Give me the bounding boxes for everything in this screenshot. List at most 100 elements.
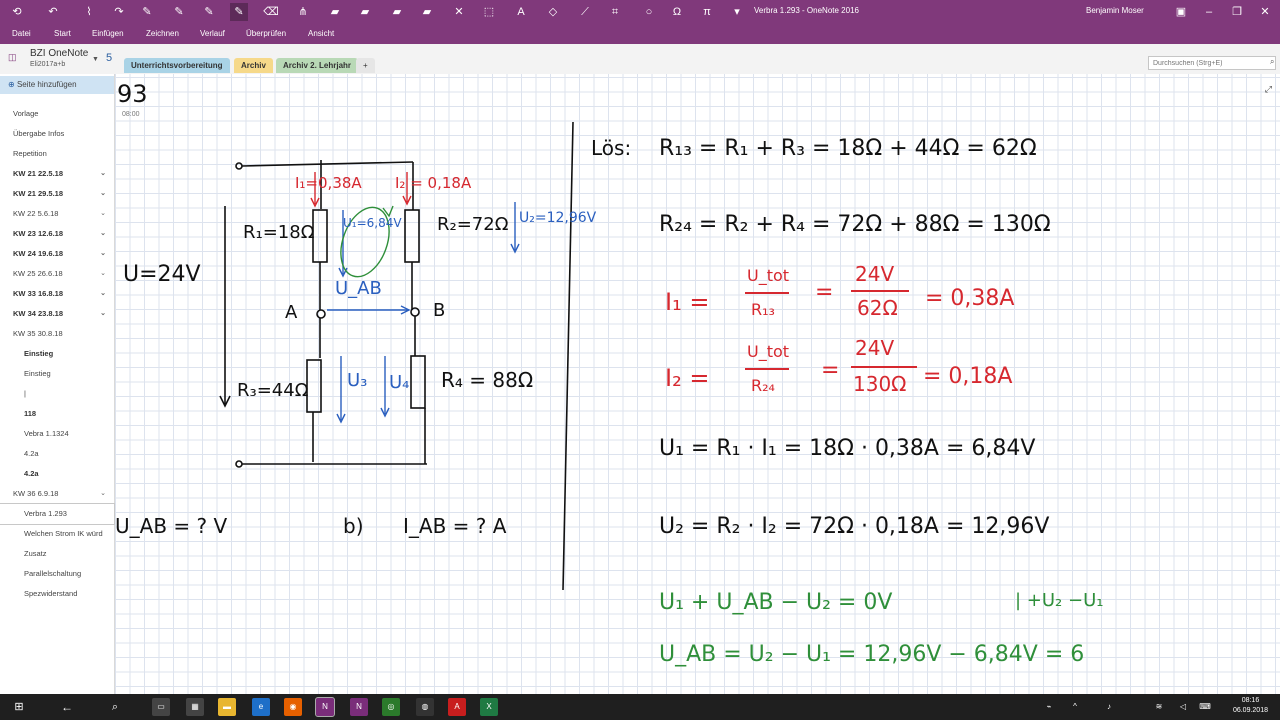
ink-node-a[interactable]: A (285, 302, 297, 323)
sidebar-page-item[interactable]: Vorlage (0, 104, 114, 124)
sidebar-page-item[interactable]: Welchen Strom IK würd (0, 524, 114, 544)
chevron-down-icon[interactable]: ⌄ (100, 244, 106, 264)
minimize-icon[interactable]: – (1200, 3, 1218, 21)
sidebar-page-item[interactable]: KW 34 23.8.18 ⌄ (0, 304, 114, 324)
tab-ueberpruefen[interactable]: Überprüfen (246, 29, 286, 38)
ink-u1[interactable]: U₁=6,84V (343, 216, 402, 230)
highlighter-yellow-icon[interactable]: ▰ (326, 3, 344, 21)
tab-verlauf[interactable]: Verlauf (200, 29, 225, 38)
ink-eq-uab[interactable]: U_AB = U₂ − U₁ = 12,96V − 6,84V = 6 (659, 642, 1084, 667)
sidebar-page-item[interactable]: | (0, 384, 114, 404)
sidebar-page-item[interactable]: 118 (0, 404, 114, 424)
ink-loesung[interactable]: Lös: (591, 136, 631, 160)
ink-eq-u1[interactable]: U₁ = R₁ · I₁ = 18Ω · 0,38A = 6,84V (659, 436, 1035, 461)
highlighter-pink-icon[interactable]: ▰ (418, 3, 436, 21)
tab-start[interactable]: Start (54, 29, 71, 38)
add-section-button[interactable]: + (356, 58, 375, 73)
circle-icon[interactable]: ○ (640, 3, 658, 21)
undo-icon[interactable]: ↶ (44, 3, 62, 21)
sidebar-page-item[interactable]: KW 22 5.6.18 ⌄ (0, 204, 114, 224)
sidebar-page-item[interactable]: Verbra 1.293 (0, 503, 115, 525)
ink-eq-u2[interactable]: U₂ = R₂ · I₂ = 72Ω · 0,18A = 12,96V (659, 514, 1049, 539)
ink-eq-i2-num2[interactable]: 24V (855, 336, 894, 360)
ink-eq-mesh-transform[interactable]: | +U₂ −U₁ (1015, 590, 1103, 611)
pi-icon[interactable]: π (698, 3, 716, 21)
edge-icon[interactable]: e (252, 698, 270, 716)
sidebar-page-item[interactable]: KW 21 22.5.18 ⌄ (0, 164, 114, 184)
lasso-icon[interactable]: ⌇ (80, 3, 98, 21)
ink-r1[interactable]: R₁=18Ω (243, 222, 314, 243)
ink-r4[interactable]: R₄ = 88Ω (441, 368, 533, 392)
ink-r3[interactable]: R₃=44Ω (237, 380, 308, 401)
ink-voltage[interactable]: U=24V (123, 262, 201, 287)
page-canvas[interactable]: 93 08:00 ⤢ U=24V R₁=18Ω R₂=72Ω R₃=44Ω R₄… (115, 74, 1280, 694)
chevron-down-icon[interactable]: ⌄ (100, 204, 106, 224)
sidebar-page-item[interactable]: KW 24 19.6.18 ⌄ (0, 244, 114, 264)
speaker-icon[interactable]: ◁ (1174, 698, 1192, 716)
chrome-icon[interactable]: ◎ (382, 698, 400, 716)
network-icon[interactable]: ⌁ (1040, 698, 1058, 716)
chevron-down-icon[interactable]: ⌄ (100, 264, 106, 284)
ink-eq-r24[interactable]: R₂₄ = R₂ + R₄ = 72Ω + 88Ω = 130Ω (659, 212, 1051, 237)
ink-question-a[interactable]: U_AB = ? V (115, 514, 227, 538)
ink-eq-i1-num1[interactable]: U_tot (747, 266, 789, 285)
sidebar-page-item[interactable]: Übergabe Infos (0, 124, 114, 144)
ink-eq-i1-num2[interactable]: 24V (855, 262, 894, 286)
section-tab-archiv-2-lehrjahr[interactable]: Archiv 2. Lehrjahr (276, 58, 359, 73)
ink-question-b[interactable]: I_AB = ? A (403, 514, 506, 538)
pen-red-icon[interactable]: ✎ (170, 3, 188, 21)
notebook-dropdown-icon[interactable]: ▼ (92, 56, 99, 63)
redo-icon[interactable]: ↷ (110, 3, 128, 21)
wifi-icon[interactable]: ≋ (1150, 698, 1168, 716)
line-icon[interactable]: ⟋ (576, 3, 594, 21)
pen-black-icon[interactable]: ✎ (138, 3, 156, 21)
clock[interactable]: 08:16 06.09.2018 (1233, 696, 1268, 716)
sidebar-page-item[interactable]: 4.2a (0, 444, 114, 464)
ink-u4[interactable]: U₄ (389, 372, 409, 393)
sidebar-page-item[interactable]: Einstieg (0, 344, 114, 364)
more-icon[interactable]: ▾ (728, 3, 746, 21)
highlighter-green-icon[interactable]: ▰ (388, 3, 406, 21)
sync-badge[interactable]: 5 (106, 52, 112, 64)
tray-arrow-icon[interactable]: ^ (1066, 698, 1084, 716)
chevron-down-icon[interactable]: ⌄ (100, 184, 106, 204)
ink-node-b[interactable]: B (433, 300, 445, 321)
ink-eq-i1-den2[interactable]: 62Ω (857, 296, 898, 320)
search-icon[interactable]: ⌕ (106, 698, 124, 716)
firefox-icon[interactable]: ◉ (284, 698, 302, 716)
ink-eq-i2-result[interactable]: = 0,18A (923, 364, 1012, 389)
pen-selected-icon[interactable]: ✎ (230, 3, 248, 21)
task-view-icon[interactable]: ▭ (152, 698, 170, 716)
sidebar-page-item[interactable]: Zusatz (0, 544, 114, 564)
sidebar-page-item[interactable]: Spezwiderstand (0, 584, 114, 604)
ink-u2[interactable]: U₂=12,96V (519, 210, 596, 226)
ink-eq-i2-lhs[interactable]: I₂ = (665, 364, 709, 392)
search-input[interactable] (1148, 56, 1276, 70)
pen-set-icon[interactable]: ⋔ (294, 3, 312, 21)
notebook-name[interactable]: BZI OneNote (30, 48, 88, 59)
chevron-down-icon[interactable]: ⌄ (100, 164, 106, 184)
close-icon[interactable]: ✕ (1256, 3, 1274, 21)
ink-question-b-label[interactable]: b) (343, 514, 364, 538)
media-icon[interactable]: ◍ (416, 698, 434, 716)
ink-r2[interactable]: R₂=72Ω (437, 214, 508, 235)
ink-eq-i2-den1[interactable]: R₂₄ (751, 376, 775, 395)
onenote-icon[interactable]: N (350, 698, 368, 716)
section-tab-archiv[interactable]: Archiv (234, 58, 273, 73)
notebook-icon[interactable]: ◫ (8, 52, 17, 63)
tab-zeichnen[interactable]: Zeichnen (146, 29, 179, 38)
ink-uab[interactable]: U_AB (335, 278, 382, 299)
highlighter-yellow2-icon[interactable]: ▰ (356, 3, 374, 21)
sidebar-page-item[interactable]: KW 21 29.5.18 ⌄ (0, 184, 114, 204)
ink-eq-i1-den1[interactable]: R₁₃ (751, 300, 775, 319)
sidebar-page-item[interactable]: 4.2a (0, 464, 114, 484)
ribbon-options-icon[interactable]: ▣ (1172, 3, 1190, 21)
ink-to-shape-icon[interactable]: ◇ (544, 3, 562, 21)
chevron-down-icon[interactable]: ⌄ (100, 224, 106, 244)
tab-ansicht[interactable]: Ansicht (308, 29, 334, 38)
ink-eq-i1-result[interactable]: = 0,38A (925, 286, 1014, 311)
ink-eq-r13[interactable]: R₁₃ = R₁ + R₃ = 18Ω + 44Ω = 62Ω (659, 136, 1037, 161)
ink-to-text-icon[interactable]: A (512, 3, 530, 21)
back-arrow-icon[interactable]: ← (58, 698, 76, 716)
tab-datei[interactable]: Datei (12, 29, 31, 38)
